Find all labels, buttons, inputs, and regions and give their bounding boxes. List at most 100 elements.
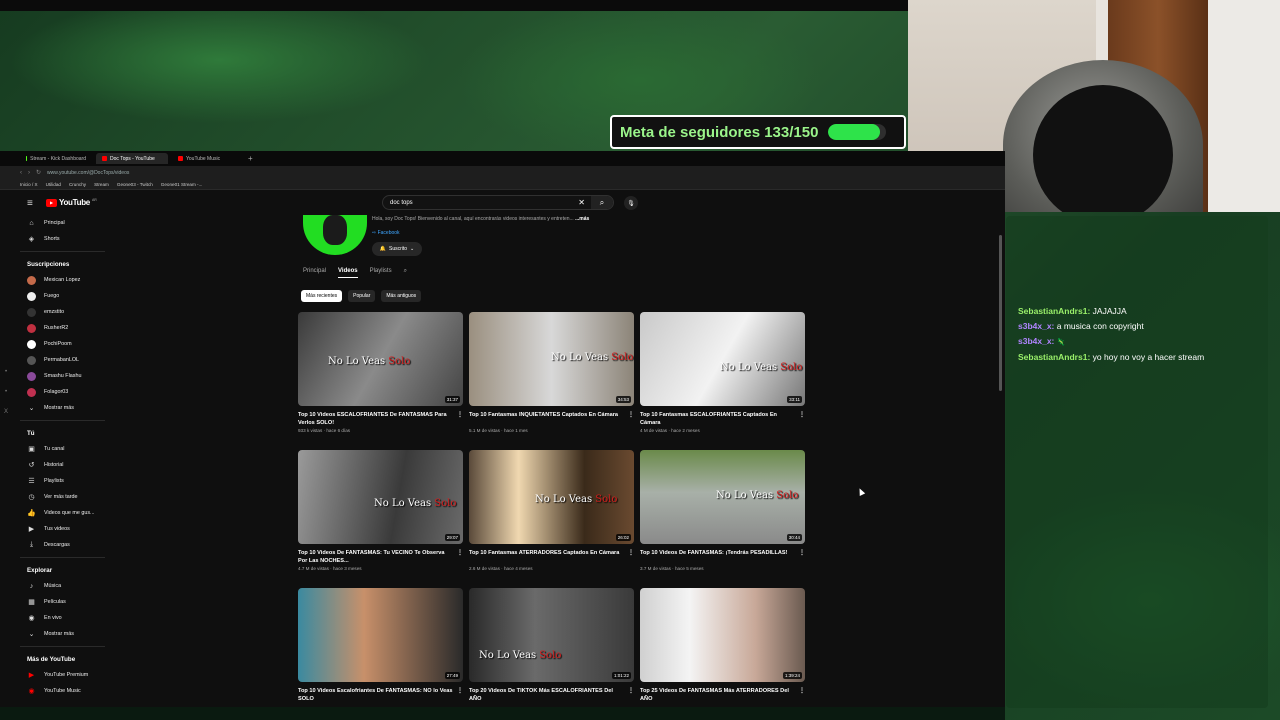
sidebar-item[interactable]: ▦ Películas xyxy=(0,594,110,610)
video-thumbnail[interactable]: No Lo Veas Solo 29:07 xyxy=(298,450,463,544)
video-title[interactable]: Top 10 Videos De FANTASMAS: Tu VECINO Te… xyxy=(298,549,463,565)
sidebar-section-header[interactable]: Tú xyxy=(0,425,110,441)
address-bar[interactable]: ‹ › ↻ www.youtube.com/@DocTops/videos xyxy=(0,166,1005,179)
video-thumbnail[interactable]: No Lo Veas Solo 31:37 xyxy=(298,312,463,406)
video-thumbnail[interactable]: 1:39:24 xyxy=(640,588,805,682)
channel-tab[interactable]: Playlists xyxy=(370,268,392,278)
sidebar-item[interactable]: ◉ En vivo xyxy=(0,610,110,626)
browser-tab[interactable]: Stream - Kick Dashboard xyxy=(20,153,92,164)
browser-tab[interactable]: YouTube Music xyxy=(172,153,244,164)
sidebar-item[interactable]: ◷ Ver más tarde xyxy=(0,489,110,505)
sidebar-item[interactable]: ♪ Música xyxy=(0,578,110,594)
video-title[interactable]: Top 10 Fantasmas INQUIETANTES Captados E… xyxy=(469,411,634,427)
search-input[interactable]: doc tops xyxy=(390,200,578,206)
browser-tab[interactable]: Doc Tops - YouTube xyxy=(96,153,168,164)
sidebar-subscription[interactable]: PochiPoom xyxy=(0,336,110,352)
more-options-icon[interactable]: ⋮ xyxy=(628,549,634,557)
video-card[interactable]: No Lo Veas Solo 33:11 Top 10 Fantasmas ESC… xyxy=(640,312,805,450)
sidebar-subscription[interactable]: Mexican Lopez xyxy=(0,272,110,288)
channel-description[interactable]: Hola, soy Doc Tops! Bienvenido al canal,… xyxy=(372,216,589,222)
video-thumbnail[interactable]: No Lo Veas Solo 30:44 xyxy=(640,450,805,544)
sidebar-item[interactable]: ◈ Shorts xyxy=(0,231,110,247)
reload-icon[interactable]: ↻ xyxy=(36,169,41,176)
video-card[interactable]: No Lo Veas Solo 31:37 Top 10 Videos ESCALO… xyxy=(298,312,463,450)
sidebar-subscription[interactable]: PermabanLOL xyxy=(0,352,110,368)
bookmark-item[interactable]: Geone01 Stream -... xyxy=(161,182,203,187)
more-options-icon[interactable]: ⋮ xyxy=(799,549,805,557)
sidebar-subscription[interactable]: Smashu Flashu xyxy=(0,368,110,384)
video-card[interactable]: 1:39:24 Top 25 Videos De FANTASMAS Más AT… xyxy=(640,588,805,707)
sidebar-subscription[interactable]: Fuego xyxy=(0,288,110,304)
bookmark-item[interactable]: Crunchy xyxy=(69,182,86,187)
sidebar-item[interactable]: ☰ Playlists xyxy=(0,473,110,489)
sidebar-subscription[interactable]: RusherR2 xyxy=(0,320,110,336)
video-thumbnail[interactable]: No Lo Veas Solo 33:11 xyxy=(640,312,805,406)
sidebar-item[interactable]: ▣ Tu canal xyxy=(0,441,110,457)
sidebar-subscription[interactable]: emzstito xyxy=(0,304,110,320)
more-options-icon[interactable]: ⋮ xyxy=(799,687,805,695)
video-title[interactable]: Top 10 Fantasmas ESCALOFRIANTES Captados… xyxy=(640,411,805,427)
video-thumbnail[interactable]: No Lo Veas Solo 26:02 xyxy=(469,450,634,544)
sort-chip[interactable]: Más antiguos xyxy=(381,290,422,302)
sidebar-item[interactable]: ◉ YouTube Music xyxy=(0,683,110,699)
more-link[interactable]: ...más xyxy=(575,216,589,222)
video-thumbnail[interactable]: No Lo Veas Solo 1:01:22 xyxy=(469,588,634,682)
sidebar-item[interactable]: ▶ Tus videos xyxy=(0,521,110,537)
sidebar-item[interactable]: ⌂ Principal xyxy=(0,215,110,231)
sidebar-item[interactable]: ↺ Historial xyxy=(0,457,110,473)
channel-tab[interactable]: Videos xyxy=(338,268,358,278)
new-tab-icon[interactable]: + xyxy=(248,154,253,163)
chevron-down-icon: ⌄ xyxy=(28,405,35,412)
more-options-icon[interactable]: ⋮ xyxy=(628,411,634,419)
sidebar-section-header[interactable]: Explorar xyxy=(0,562,110,578)
video-title[interactable]: Top 10 Videos De FANTASMAS: ¡Tendrás PES… xyxy=(640,549,805,565)
sort-chip[interactable]: Más recientes xyxy=(301,290,343,302)
back-icon[interactable]: ‹ xyxy=(20,170,22,176)
sidebar-item[interactable]: 👍 Videos que me gus... xyxy=(0,505,110,521)
channel-search-icon[interactable]: ⌕ xyxy=(404,268,407,278)
more-options-icon[interactable]: ⋮ xyxy=(799,411,805,419)
url-text[interactable]: www.youtube.com/@DocTops/videos xyxy=(47,170,129,176)
subscribed-button[interactable]: 🔔 Suscrito ⌄ xyxy=(372,242,422,256)
forward-icon[interactable]: › xyxy=(28,170,30,176)
sidebar-item[interactable]: ⌄ Mostrar más xyxy=(0,626,110,642)
sort-chip[interactable]: Popular xyxy=(348,290,376,302)
sidebar-item[interactable]: ▶ YouTube Premium xyxy=(0,667,110,683)
bookmark-item[interactable]: Stream xyxy=(94,182,109,187)
more-options-icon[interactable]: ⋮ xyxy=(457,411,463,419)
video-card[interactable]: No Lo Veas Solo 1:01:22 Top 20 Videos De T… xyxy=(469,588,634,707)
clear-search-icon[interactable]: ✕ xyxy=(578,198,585,207)
facebook-link[interactable]: ⇨ Facebook xyxy=(372,230,400,236)
video-title[interactable]: Top 20 Videos De TIKTOK Más ESCALOFRIANT… xyxy=(469,687,634,703)
bookmark-item[interactable]: Inicio / X xyxy=(20,182,38,187)
video-card[interactable]: No Lo Veas Solo 30:44 Top 10 Videos De FAN… xyxy=(640,450,805,588)
video-card[interactable]: No Lo Veas Solo 26:02 Top 10 Fantasmas ATE… xyxy=(469,450,634,588)
video-title[interactable]: Top 10 Videos ESCALOFRIANTES De FANTASMA… xyxy=(298,411,463,427)
more-options-icon[interactable]: ⋮ xyxy=(457,549,463,557)
microphone-icon[interactable]: 🎙 xyxy=(624,196,638,210)
bookmark-item[interactable]: Geone03 - Twitch xyxy=(117,182,153,187)
video-title[interactable]: Top 25 Videos De FANTASMAS Más ATERRADOR… xyxy=(640,687,805,703)
video-thumbnail[interactable]: No Lo Veas Solo 34:53 xyxy=(469,312,634,406)
video-thumbnail[interactable]: 27:49 xyxy=(298,588,463,682)
scrollbar[interactable] xyxy=(999,235,1002,391)
video-title[interactable]: Top 10 Fantasmas ATERRADORES Captados En… xyxy=(469,549,634,565)
video-card[interactable]: No Lo Veas Solo 29:07 Top 10 Videos De FAN… xyxy=(298,450,463,588)
sidebar-section-header[interactable]: Suscripciones xyxy=(0,256,110,272)
channel-tab[interactable]: Principal xyxy=(303,268,326,278)
video-card[interactable]: No Lo Veas Solo 34:53 Top 10 Fantasmas INQ… xyxy=(469,312,634,450)
bookmark-item[interactable]: Utilidad xyxy=(46,182,61,187)
youtube-logo[interactable]: ▶ YouTube AR xyxy=(46,198,97,207)
video-card[interactable]: 27:49 Top 10 Videos Escalofriantes De FAN… xyxy=(298,588,463,707)
channel-avatar[interactable] xyxy=(303,215,367,255)
sidebar-item[interactable]: ⌄ Mostrar más xyxy=(0,400,110,416)
video-title[interactable]: Top 10 Videos Escalofriantes De FANTASMA… xyxy=(298,687,463,703)
sidebar-subscription[interactable]: Folagor03 xyxy=(0,384,110,400)
search-icon[interactable]: ⌕ xyxy=(591,196,613,209)
more-options-icon[interactable]: ⋮ xyxy=(457,687,463,695)
menu-icon[interactable]: ≡ xyxy=(27,198,33,209)
more-options-icon[interactable]: ⋮ xyxy=(628,687,634,695)
sidebar-item[interactable]: ⤓ Descargas xyxy=(0,537,110,553)
search-box[interactable]: doc tops ✕ ⌕ xyxy=(382,195,614,210)
sidebar-section-header[interactable]: Más de YouTube xyxy=(0,651,110,667)
